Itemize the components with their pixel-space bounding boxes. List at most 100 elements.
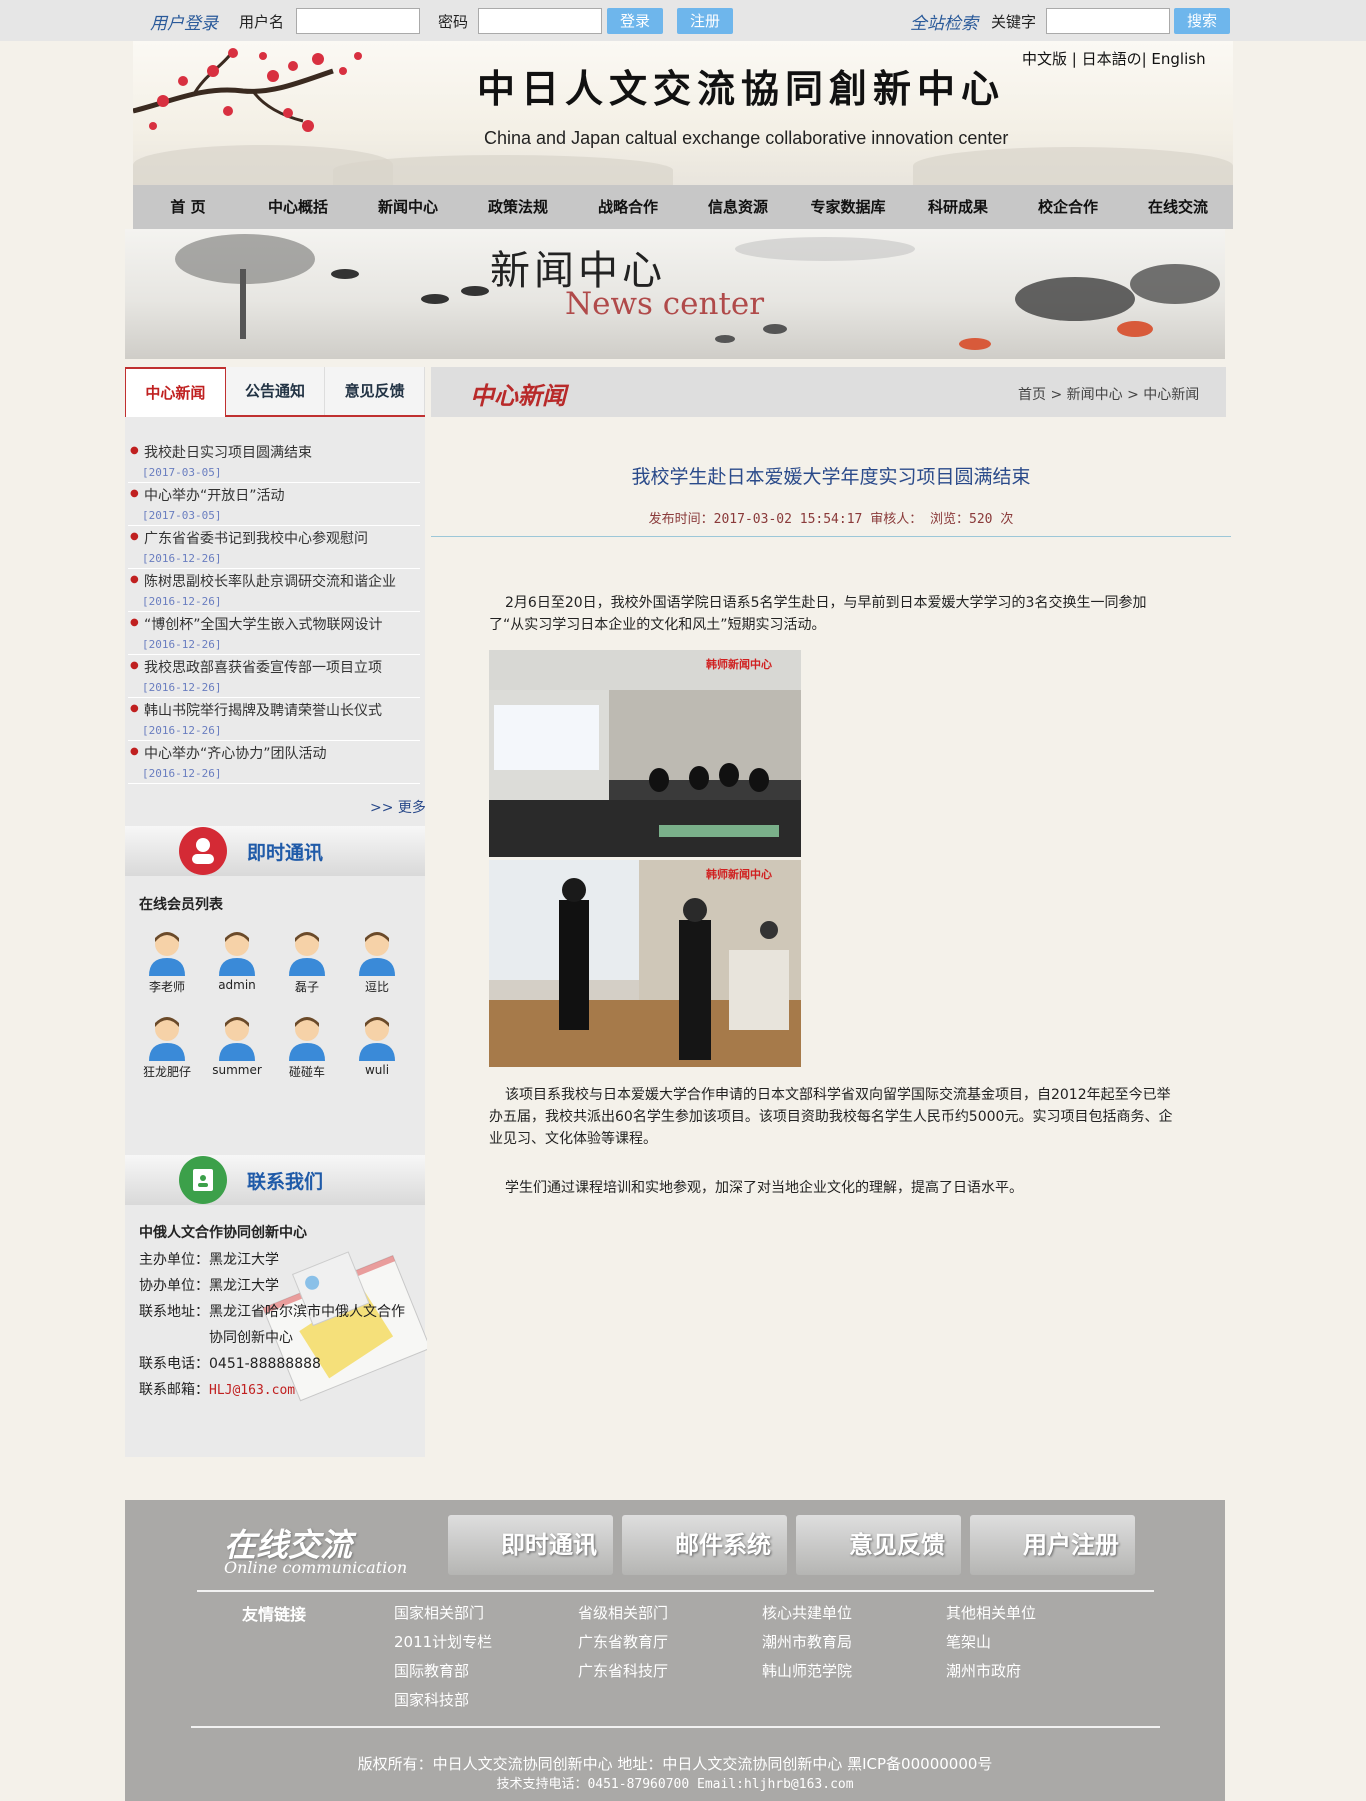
contact-phone: 联系电话：0451-88888888 [139, 1356, 321, 1372]
nav-resources[interactable]: 信息资源 [683, 185, 793, 229]
contact-card-icon [179, 1156, 227, 1204]
contact-host: 主办单位：黑龙江大学 [139, 1252, 279, 1268]
friend-link[interactable]: 省级相关部门 [578, 1602, 668, 1623]
list-item[interactable]: ● 广东省省委书记到我校中心参观慰问 [2016-12-26] [128, 526, 420, 569]
language-switcher[interactable]: 中文版 | 日本語の| English [1022, 48, 1206, 69]
list-item[interactable]: ● 中心举办“开放日”活动 [2017-03-05] [128, 483, 420, 526]
main-nav: 首 页 中心概括 新闻中心 政策法规 战略合作 信息资源 专家数据库 科研成果 … [133, 185, 1233, 229]
contact-email-link[interactable]: HLJ@163.com [209, 1383, 295, 1398]
nav-policy[interactable]: 政策法规 [463, 185, 573, 229]
nav-online[interactable]: 在线交流 [1123, 185, 1233, 229]
username-input[interactable] [296, 8, 420, 34]
friend-link[interactable]: 潮州市政府 [946, 1660, 1021, 1681]
friend-link[interactable]: 笔架山 [946, 1631, 991, 1652]
login-button[interactable]: 登录 [607, 8, 663, 34]
news-title[interactable]: 陈树思副校长率队赴京调研交流和谐企业 [144, 571, 396, 591]
tech-support: 技术支持电话：0451-87960700 Email:hljhrb@163.co… [496, 1777, 854, 1792]
photo-watermark: 韩师新闻中心 [706, 868, 772, 881]
member-card[interactable]: 逗比 [347, 928, 407, 995]
news-date: [2017-03-05] [142, 466, 222, 479]
register-button[interactable]: 注册 [677, 8, 733, 34]
top-bar: 用户登录 用户名 密码 登录 注册 全站检索 关键字 搜索 [0, 0, 1366, 41]
member-card[interactable]: 李老师 [137, 928, 197, 995]
member-card[interactable]: wuli [347, 1013, 407, 1077]
friend-link[interactable]: 广东省科技厅 [578, 1660, 668, 1681]
friend-link[interactable]: 核心共建单位 [762, 1602, 852, 1623]
nav-experts[interactable]: 专家数据库 [793, 185, 903, 229]
avatar-icon [145, 928, 189, 976]
keyword-input[interactable] [1046, 8, 1170, 34]
news-title[interactable]: 中心举办“开放日”活动 [144, 485, 285, 505]
news-title[interactable]: 广东省省委书记到我校中心参观慰问 [144, 528, 368, 548]
member-card[interactable]: summer [207, 1013, 267, 1077]
breadcrumb[interactable]: 首页 > 新闻中心 > 中心新闻 [1018, 384, 1199, 404]
avatar-icon [215, 928, 259, 976]
contact-section-title: 联系我们 [247, 1171, 324, 1193]
bullet-icon: ● [130, 703, 139, 714]
avatar-icon [285, 1013, 329, 1061]
friend-link[interactable]: 国际教育部 [394, 1660, 469, 1681]
news-date: [2016-12-26] [142, 638, 222, 651]
member-card[interactable]: 狂龙肥仔 [137, 1013, 197, 1080]
footer-register-button[interactable]: 用户注册 [970, 1515, 1135, 1575]
list-item[interactable]: ● 我校思政部喜获省委宣传部一项目立项 [2016-12-26] [128, 655, 420, 698]
member-card[interactable]: 碰碰车 [277, 1013, 337, 1080]
contact-email-row: 联系邮箱：HLJ@163.com [139, 1379, 295, 1399]
nav-research[interactable]: 科研成果 [903, 185, 1013, 229]
news-date: [2017-03-05] [142, 509, 222, 522]
banner-title-en: News center [565, 286, 765, 322]
tab-notices[interactable]: 公告通知 [226, 367, 326, 415]
list-item[interactable]: ● 我校赴日实习项目圆满结束 [2017-03-05] [128, 440, 420, 483]
news-title[interactable]: “博创杯”全国大学生嵌入式物联网设计 [144, 614, 383, 634]
tab-center-news[interactable]: 中心新闻 [125, 367, 226, 417]
footer-feedback-button[interactable]: 意见反馈 [796, 1515, 961, 1575]
article-title: 我校学生赴日本爱媛大学年度实习项目圆满结束 [631, 466, 1031, 488]
news-date: [2016-12-26] [142, 767, 222, 780]
list-item[interactable]: ● 中心举办“齐心协力”团队活动 [2016-12-26] [128, 741, 420, 784]
member-name: 碰碰车 [288, 1065, 325, 1079]
friend-link[interactable]: 国家相关部门 [394, 1602, 484, 1623]
article-paragraph: 2月6日至20日，我校外国语学院日语系5名学生赴日，与早前到日本爱媛大学学习的3… [489, 595, 1147, 633]
friend-link[interactable]: 韩山师范学院 [762, 1660, 852, 1681]
nav-home[interactable]: 首 页 [133, 185, 243, 229]
friend-link[interactable]: 其他相关单位 [946, 1602, 1036, 1623]
news-title[interactable]: 我校赴日实习项目圆满结束 [144, 442, 312, 462]
nav-overview[interactable]: 中心概括 [243, 185, 353, 229]
member-card[interactable]: admin [207, 928, 267, 992]
contact-section-header: 联系我们 [125, 1155, 425, 1205]
footer-logo-en: Online communication [224, 1558, 408, 1577]
sidebar-tabs: 中心新闻 公告通知 意见反馈 [125, 367, 426, 417]
member-card[interactable]: 磊子 [277, 928, 337, 995]
site-subtitle: China and Japan caltual exchange collabo… [484, 128, 1009, 148]
news-list: ● 我校赴日实习项目圆满结束 [2017-03-05] ● 中心举办“开放日”活动 [2… [128, 440, 420, 784]
article-photo-ceremony: 韩师新闻中心 [489, 860, 801, 1067]
more-link[interactable]: >> 更多 [370, 797, 426, 817]
news-title[interactable]: 中心举办“齐心协力”团队活动 [144, 743, 327, 763]
tab-feedback[interactable]: 意见反馈 [325, 367, 426, 415]
friend-link[interactable]: 广东省教育厅 [578, 1631, 668, 1652]
footer-im-button[interactable]: 即时通讯 [448, 1515, 613, 1575]
news-title[interactable]: 我校思政部喜获省委宣传部一项目立项 [144, 657, 382, 677]
avatar-icon [145, 1013, 189, 1061]
article-paragraph: 学生们通过课程培训和实地参观，加深了对当地企业文化的理解，提高了日语水平。 [505, 1180, 1023, 1196]
contact-co-host: 协办单位：黑龙江大学 [139, 1278, 279, 1294]
friend-link[interactable]: 潮州市教育局 [762, 1631, 852, 1652]
friend-link[interactable]: 2011计划专栏 [394, 1631, 492, 1652]
im-section-title: 即时通讯 [247, 842, 324, 864]
nav-cooperation[interactable]: 战略合作 [573, 185, 683, 229]
password-input[interactable] [478, 8, 602, 34]
member-name: 磊子 [294, 980, 319, 994]
article-photo-classroom: 韩师新闻中心 [489, 650, 801, 857]
search-button[interactable]: 搜索 [1174, 8, 1230, 34]
list-item[interactable]: ● 陈树思副校长率队赴京调研交流和谐企业 [2016-12-26] [128, 569, 420, 612]
nav-news[interactable]: 新闻中心 [353, 185, 463, 229]
list-item[interactable]: ● “博创杯”全国大学生嵌入式物联网设计 [2016-12-26] [128, 612, 420, 655]
friend-link[interactable]: 国家科技部 [394, 1689, 469, 1710]
news-title[interactable]: 韩山书院举行揭牌及聘请荣誉山长仪式 [144, 700, 382, 720]
photo-watermark: 韩师新闻中心 [706, 658, 772, 671]
list-item[interactable]: ● 韩山书院举行揭牌及聘请荣誉山长仪式 [2016-12-26] [128, 698, 420, 741]
footer-mail-button[interactable]: 邮件系统 [622, 1515, 787, 1575]
nav-enterprise[interactable]: 校企合作 [1013, 185, 1123, 229]
contact-address: 联系地址：黑龙江省哈尔滨市中俄人文合作 [139, 1304, 405, 1320]
news-date: [2016-12-26] [142, 681, 222, 694]
